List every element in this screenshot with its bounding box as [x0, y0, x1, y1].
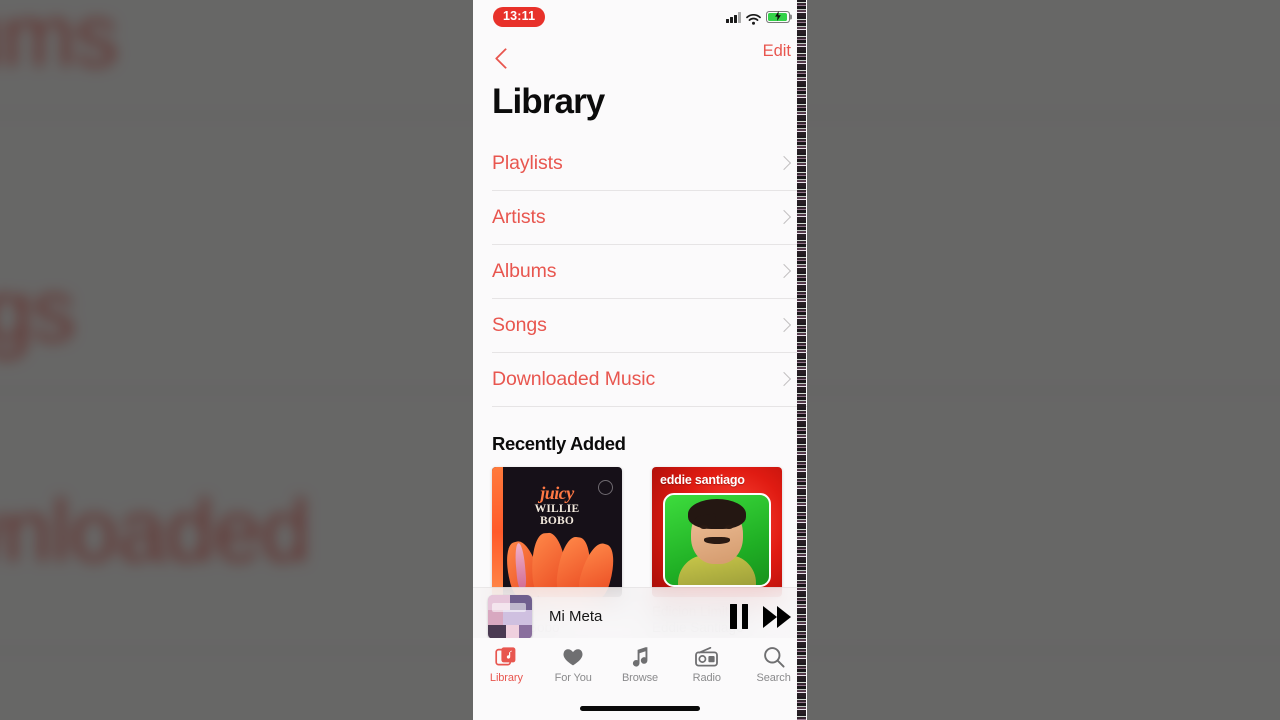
phone-screen: 13:11 Edit Library Playlists Artists Alb…	[473, 0, 807, 720]
artwork-artist-text: WILLIE BOBO	[534, 502, 580, 528]
back-chevron-icon[interactable]	[491, 46, 517, 72]
home-indicator[interactable]	[580, 706, 700, 711]
library-icon	[495, 645, 517, 669]
sidebar-item-songs[interactable]: Songs	[492, 299, 807, 353]
list-item-label: Songs	[492, 313, 547, 336]
chevron-right-icon	[776, 156, 792, 171]
sidebar-item-artists[interactable]: Artists	[492, 191, 807, 245]
page-title: Library	[492, 82, 605, 121]
radio-icon	[694, 645, 719, 669]
list-item-label: Downloaded Music	[492, 367, 656, 390]
status-time-recording-pill[interactable]: 13:11	[493, 7, 546, 27]
now-playing-track-title: Mi Meta	[549, 608, 603, 625]
heart-icon	[562, 645, 584, 669]
tab-label: Radio	[692, 672, 721, 684]
now-playing-artwork[interactable]	[488, 594, 532, 639]
cellular-signal-icon	[726, 12, 741, 23]
status-bar: 13:11	[473, 0, 807, 36]
fast-forward-icon[interactable]	[763, 605, 791, 628]
list-item-label: Albums	[492, 259, 557, 282]
list-item-label: Playlists	[492, 151, 563, 174]
list-item-label: Artists	[492, 205, 546, 228]
tab-for-you[interactable]: For You	[540, 645, 607, 684]
library-list: Playlists Artists Albums Songs Downloade…	[473, 137, 807, 407]
video-noise-strip	[797, 0, 806, 720]
artwork-title-text: juicy	[540, 482, 574, 503]
tab-label: Search	[756, 672, 791, 684]
search-icon	[763, 645, 785, 669]
screen-recording-frame: Albums Songs Downloaded Recently Ad 13:1…	[0, 0, 1280, 720]
artwork-photo-frame	[663, 492, 771, 587]
battery-charging-icon	[766, 11, 793, 23]
tab-radio[interactable]: Radio	[673, 645, 740, 684]
artwork-artist-text: eddie santiago	[660, 472, 745, 487]
tab-label: For You	[554, 672, 592, 684]
sidebar-item-albums[interactable]: Albums	[492, 245, 807, 299]
album-artwork: juicy WILLIE BOBO	[492, 466, 622, 597]
tab-browse[interactable]: Browse	[607, 645, 674, 684]
chevron-right-icon	[776, 264, 792, 279]
section-heading-recently-added: Recently Added	[492, 432, 626, 454]
now-playing-controls	[730, 604, 791, 629]
now-playing-bar[interactable]: Mi Meta	[473, 587, 807, 645]
sidebar-item-downloaded-music[interactable]: Downloaded Music	[492, 353, 807, 407]
tab-library[interactable]: Library	[473, 645, 540, 684]
edit-button[interactable]: Edit	[763, 42, 791, 61]
chevron-right-icon	[776, 210, 792, 225]
pause-icon[interactable]	[730, 604, 748, 629]
chevron-right-icon	[776, 318, 792, 333]
tab-label: Browse	[621, 672, 659, 684]
chevron-right-icon	[776, 372, 792, 387]
album-artwork: eddie santiago	[652, 466, 782, 597]
navigation-bar: Edit	[473, 36, 807, 76]
tab-label: Library	[489, 672, 523, 684]
status-icons	[726, 9, 793, 25]
wifi-icon	[746, 12, 761, 25]
sidebar-item-playlists[interactable]: Playlists	[492, 137, 807, 191]
music-note-icon	[630, 645, 650, 669]
